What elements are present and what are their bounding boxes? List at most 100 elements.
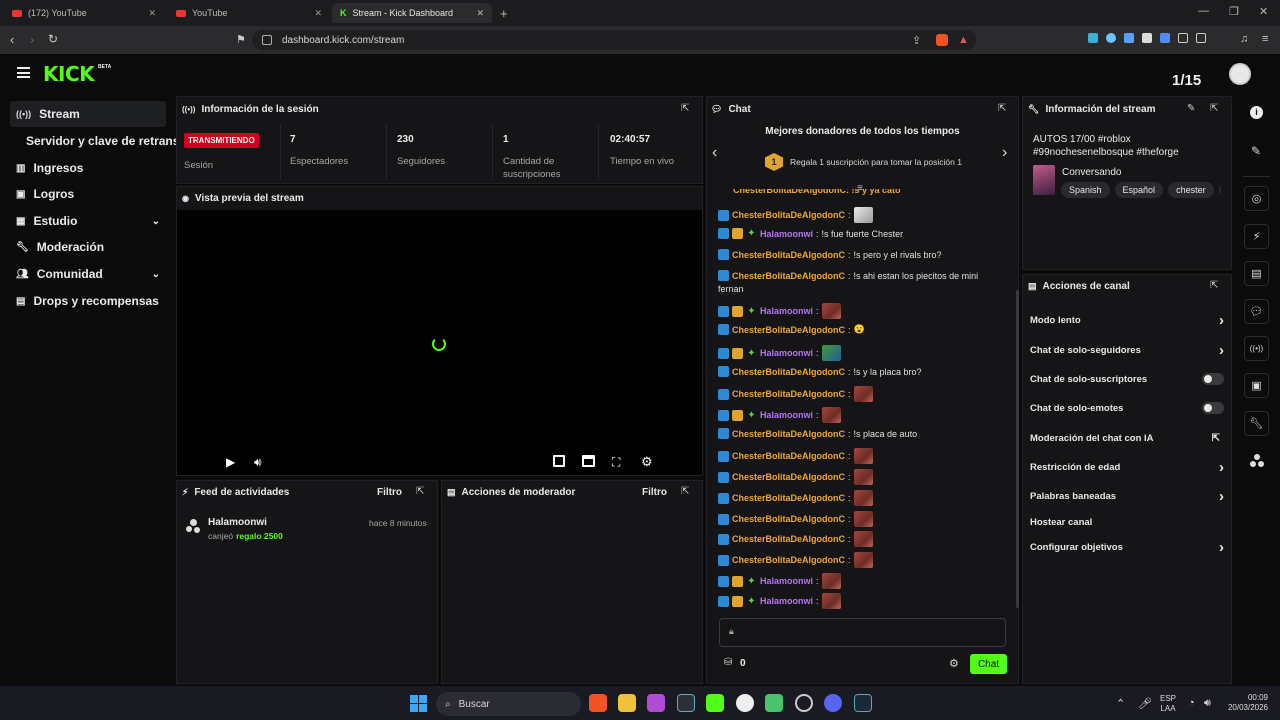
microphone-icon[interactable]: 🎤︎ (1138, 697, 1152, 710)
close-icon[interactable]: ✕ (314, 8, 322, 19)
chat-username[interactable]: ChesterBolitaDeAlgodonC (732, 367, 845, 377)
rail-document-button[interactable]: ▤ (1244, 261, 1269, 286)
chat-message[interactable]: ✦ Halamoonwi: (718, 407, 841, 423)
chat-username[interactable]: ChesterBolitaDeAlgodonC (732, 555, 845, 565)
chat-message[interactable]: ChesterBolitaDeAlgodonC: (718, 469, 873, 485)
url-field[interactable]: dashboard.kick.com/stream (252, 30, 976, 50)
chat-message[interactable]: ChesterBolitaDeAlgodonC: (718, 531, 873, 547)
channel-action-item[interactable]: Configurar objetivos › (1030, 536, 1224, 558)
chat-settings-gear-icon[interactable]: ⚙ (949, 657, 959, 670)
avatar[interactable] (1229, 63, 1251, 85)
chat-message[interactable]: ✦ Halamoonwi: (718, 303, 841, 319)
category-name[interactable]: Conversando (1062, 167, 1121, 178)
sidebar-item-comunidad[interactable]: 👥︎ Comunidad ⌄ (10, 261, 166, 287)
taskbar-search[interactable]: ⌕ Buscar (436, 692, 581, 716)
chat-username[interactable]: ChesterBolitaDeAlgodonC (732, 472, 845, 482)
theater-mode-icon[interactable] (582, 455, 595, 467)
extension-icon[interactable] (1124, 33, 1134, 43)
chat-username[interactable]: Halamoonwi (760, 306, 813, 316)
pip-icon[interactable] (553, 455, 565, 467)
steam-icon[interactable] (854, 694, 872, 712)
chat-message[interactable]: ChesterBolitaDeAlgodonC: 😮 (718, 324, 865, 335)
tag[interactable]: Español (1114, 182, 1164, 198)
chat-username[interactable]: ChesterBolitaDeAlgodonC (732, 325, 845, 335)
user-group-icon[interactable] (1250, 454, 1264, 468)
info-icon[interactable]: i (1250, 106, 1263, 119)
chat-send-button[interactable]: Chat (970, 654, 1007, 674)
chat-message[interactable]: ChesterBolitaDeAlgodonC: !s y la placa br… (718, 366, 922, 377)
popout-icon[interactable]: ⇱ (998, 103, 1006, 114)
chat-username[interactable]: Halamoonwi (760, 596, 813, 606)
extension-icon[interactable] (1106, 33, 1116, 43)
chat-message[interactable]: ✦ Halamoonwi: (718, 593, 841, 609)
chat-username[interactable]: ChesterBolitaDeAlgodonC (732, 210, 845, 220)
extension-icon[interactable] (1160, 33, 1170, 43)
back-icon[interactable]: ‹ (10, 32, 14, 47)
popout-icon[interactable]: ⇱ (1210, 280, 1218, 291)
menu-icon[interactable]: ≡ (1262, 33, 1268, 45)
chat-message[interactable]: ✦ Halamoonwi: !s fue fuerte Chester (718, 228, 903, 239)
channel-action-item[interactable]: Moderación del chat con IA ⇱ (1030, 427, 1224, 449)
chat-username[interactable]: ChesterBolitaDeAlgodonC (732, 514, 845, 524)
extension-icon[interactable] (1088, 33, 1098, 43)
rail-wrench-button[interactable]: 🔧︎ (1244, 411, 1269, 436)
channel-action-item[interactable]: Restricción de edad › (1030, 456, 1224, 478)
close-icon[interactable]: ✕ (148, 8, 156, 19)
popout-icon[interactable]: ⇱ (416, 486, 424, 497)
points-icon[interactable]: ⛁ (724, 657, 732, 668)
chat-message[interactable]: ChesterBolitaDeAlgodonC: (718, 511, 873, 527)
chat-message[interactable]: ChesterBolitaDeAlgodonC: !s ahi estan los… (718, 270, 978, 281)
chat-username[interactable]: ChesterBolitaDeAlgodonC (732, 271, 845, 281)
chat-username[interactable]: ChesterBolitaDeAlgodonC (732, 534, 845, 544)
chat-username[interactable]: ChesterBolitaDeAlgodonC (732, 429, 845, 439)
toggle-switch[interactable] (1202, 373, 1224, 385)
chat-message[interactable]: ✦ Halamoonwi: (718, 573, 841, 589)
extensions-puzzle-icon[interactable] (1178, 33, 1188, 43)
sidebar-item-estudio[interactable]: ▦ Estudio ⌄ (10, 208, 166, 234)
media-icon[interactable]: ♫ (1240, 33, 1248, 45)
browser-tab-kick[interactable]: K Stream - Kick Dashboard ✕ (332, 3, 492, 23)
reload-icon[interactable]: ↻ (48, 32, 58, 46)
extension-icon[interactable] (1142, 33, 1152, 43)
channel-action-item[interactable]: Chat de solo-suscriptores (1030, 368, 1224, 390)
chat-message[interactable]: ✦ Halamoonwi: (718, 345, 841, 361)
tag[interactable]: c (1218, 182, 1221, 198)
brave-rewards-icon[interactable]: ▲ (958, 34, 969, 46)
share-icon[interactable]: ⇪ (912, 34, 921, 47)
app-icon[interactable] (765, 694, 783, 712)
chat-scrollbar[interactable] (1016, 290, 1019, 608)
chat-username[interactable]: Halamoonwi (760, 229, 813, 239)
app-icon[interactable] (647, 694, 665, 712)
taskbar-clock[interactable]: 00:09 20/03/2026 (1222, 693, 1268, 713)
chevron-up-icon[interactable]: ⌃ (1116, 697, 1125, 710)
app-icon[interactable] (677, 694, 695, 712)
bookmark-icon[interactable]: ⚑ (236, 33, 246, 46)
language-indicator[interactable]: ESP LAA (1160, 694, 1176, 714)
chat-username[interactable]: ChesterBolitaDeAlgodonC (732, 389, 845, 399)
sidebar-item-ingresos[interactable]: ▥ Ingresos (10, 155, 166, 181)
channel-action-item[interactable]: Hostear canal (1030, 511, 1224, 533)
brave-shield-icon[interactable] (936, 34, 948, 46)
brave-app-icon[interactable] (589, 694, 607, 712)
tag[interactable]: chester (1168, 182, 1214, 198)
chat-message[interactable]: ChesterBolitaDeAlgodonC: (718, 386, 873, 402)
chat-message[interactable]: ChesterBolitaDeAlgodonC: !s pero y el riv… (718, 249, 942, 260)
windows-start-icon[interactable] (410, 695, 427, 712)
toggle-switch[interactable] (1202, 402, 1224, 414)
close-icon[interactable]: ✕ (476, 8, 484, 19)
edit-pencil-icon[interactable]: ✎ (1187, 103, 1195, 114)
minimize-icon[interactable]: — (1198, 5, 1209, 17)
chat-input[interactable] (719, 618, 1006, 647)
chat-message[interactable]: ChesterBolitaDeAlgodonC: (718, 490, 873, 506)
channel-action-item[interactable]: Chat de solo-seguidores › (1030, 339, 1224, 361)
speaker-icon[interactable]: 🔊︎ (1204, 697, 1211, 710)
sidebar-item-stream[interactable]: ((•)) Stream (10, 101, 166, 127)
sidebar-item-server-key[interactable]: Servidor y clave de retransm (20, 128, 176, 154)
chat-username[interactable]: ChesterBolitaDeAlgodonC (732, 493, 845, 503)
hamburger-menu-icon[interactable] (17, 67, 30, 78)
app-icon[interactable] (795, 694, 813, 712)
app-icon[interactable] (736, 694, 754, 712)
chat-username[interactable]: ChesterBolitaDeAlgodonC (732, 451, 845, 461)
chat-username[interactable]: Halamoonwi (760, 410, 813, 420)
sidebar-item-logros[interactable]: ▣ Logros (10, 181, 166, 207)
